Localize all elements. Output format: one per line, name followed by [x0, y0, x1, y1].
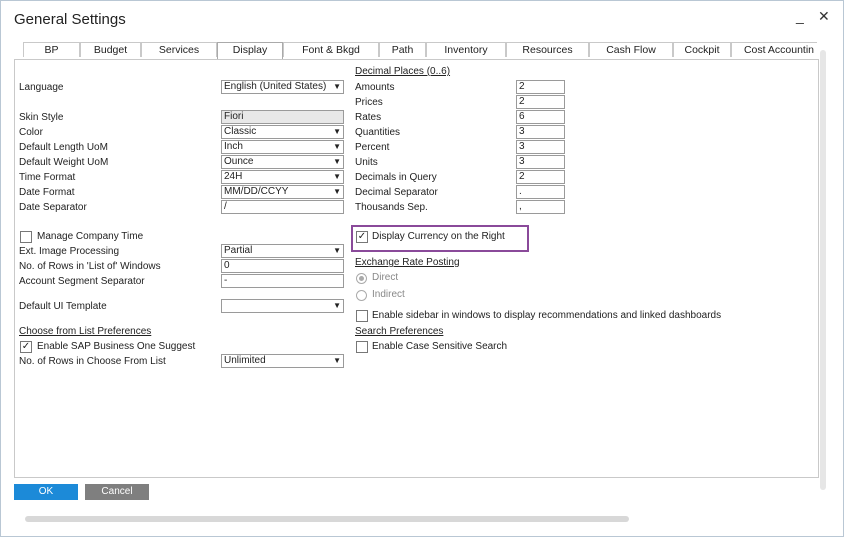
skin-style-field: Fiori — [221, 110, 344, 124]
window-title: General Settings — [14, 11, 126, 28]
chevron-down-icon: ▼ — [333, 127, 341, 136]
language-label: Language — [19, 82, 64, 93]
rows-list-field[interactable]: 0 — [221, 259, 344, 273]
thousands-separator-label: Thousands Sep. — [355, 202, 428, 213]
chevron-down-icon: ▼ — [333, 246, 341, 255]
skin-style-label: Skin Style — [19, 112, 64, 123]
currency-right-label: Display Currency on the Right — [372, 231, 505, 242]
tab-cost-accounting[interactable]: Cost Accountin — [731, 42, 817, 57]
time-format-label: Time Format — [19, 172, 76, 183]
decimals-query-label: Decimals in Query — [355, 172, 437, 183]
sap-suggest-checkbox[interactable]: ✓ — [20, 341, 32, 353]
segment-separator-field[interactable]: - — [221, 274, 344, 288]
case-sensitive-checkbox[interactable] — [356, 341, 368, 353]
tab-cash-flow[interactable]: Cash Flow — [589, 42, 673, 57]
exchange-rate-heading: Exchange Rate Posting — [355, 257, 460, 268]
chevron-down-icon: ▼ — [333, 82, 341, 91]
sap-suggest-label: Enable SAP Business One Suggest — [37, 341, 196, 352]
cancel-button[interactable]: Cancel — [85, 484, 149, 500]
sidebar-checkbox[interactable] — [356, 310, 368, 322]
tab-resources[interactable]: Resources — [506, 42, 589, 57]
color-select[interactable]: Classic ▼ — [221, 125, 344, 139]
weight-uom-select[interactable]: Ounce ▼ — [221, 155, 344, 169]
color-label: Color — [19, 127, 43, 138]
ui-template-select[interactable]: ▼ — [221, 299, 344, 313]
date-format-select[interactable]: MM/DD/CCYY ▼ — [221, 185, 344, 199]
length-uom-label: Default Length UoM — [19, 142, 108, 153]
length-uom-select[interactable]: Inch ▼ — [221, 140, 344, 154]
ext-image-label: Ext. Image Processing — [19, 246, 120, 257]
quantities-label: Quantities — [355, 127, 401, 138]
language-select[interactable]: English (United States) ▼ — [221, 80, 344, 94]
tab-font-bkgd[interactable]: Font & Bkgd — [283, 42, 379, 57]
decimal-separator-field[interactable]: . — [516, 185, 565, 199]
rows-list-label: No. of Rows in 'List of' Windows — [19, 261, 161, 272]
tab-cockpit[interactable]: Cockpit — [673, 42, 731, 57]
close-icon[interactable]: ✕ — [818, 8, 830, 25]
indirect-radio[interactable] — [356, 290, 367, 301]
cfl-rows-label: No. of Rows in Choose From List — [19, 356, 166, 367]
thousands-separator-field[interactable]: , — [516, 200, 565, 214]
tab-inventory[interactable]: Inventory — [426, 42, 506, 57]
vertical-scrollbar[interactable] — [820, 50, 826, 490]
chevron-down-icon: ▼ — [333, 187, 341, 196]
direct-label: Direct — [372, 272, 399, 283]
tab-bar: BP Budget Services Display Font & Bkgd P… — [23, 42, 817, 60]
units-field[interactable]: 3 — [516, 155, 565, 169]
time-format-select[interactable]: 24H ▼ — [221, 170, 344, 184]
date-separator-label: Date Separator — [19, 202, 87, 213]
minimize-icon[interactable]: _ — [796, 8, 804, 24]
cfl-rows-select[interactable]: Unlimited ▼ — [221, 354, 344, 368]
decimals-query-field[interactable]: 2 — [516, 170, 565, 184]
chevron-down-icon: ▼ — [333, 157, 341, 166]
currency-right-checkbox[interactable]: ✓ — [356, 231, 368, 243]
ui-template-label: Default UI Template — [19, 301, 107, 312]
date-format-label: Date Format — [19, 187, 75, 198]
quantities-field[interactable]: 3 — [516, 125, 565, 139]
chevron-down-icon: ▼ — [333, 172, 341, 181]
rates-label: Rates — [355, 112, 382, 123]
direct-radio[interactable] — [356, 273, 367, 284]
tab-path[interactable]: Path — [379, 42, 426, 57]
tab-services[interactable]: Services — [141, 42, 217, 57]
tab-bp[interactable]: BP — [23, 42, 80, 57]
indirect-label: Indirect — [372, 289, 405, 300]
search-preferences-heading: Search Preferences — [355, 326, 444, 337]
chevron-down-icon: ▼ — [333, 301, 341, 310]
tab-display[interactable]: Display — [217, 42, 283, 60]
chevron-down-icon: ▼ — [333, 142, 341, 151]
cfl-heading: Choose from List Preferences — [19, 326, 152, 337]
decimal-places-heading: Decimal Places (0..6) — [355, 66, 451, 77]
checkmark-icon: ✓ — [357, 231, 367, 242]
rates-field[interactable]: 6 — [516, 110, 565, 124]
percent-field[interactable]: 3 — [516, 140, 565, 154]
amounts-label: Amounts — [355, 82, 395, 93]
units-label: Units — [355, 157, 378, 168]
manage-company-time-checkbox[interactable] — [20, 231, 32, 243]
ext-image-select[interactable]: Partial ▼ — [221, 244, 344, 258]
weight-uom-label: Default Weight UoM — [19, 157, 109, 168]
horizontal-scrollbar[interactable] — [25, 516, 629, 522]
ok-button[interactable]: OK — [14, 484, 78, 500]
amounts-field[interactable]: 2 — [516, 80, 565, 94]
prices-field[interactable]: 2 — [516, 95, 565, 109]
manage-company-time-label: Manage Company Time — [37, 231, 144, 242]
tab-budget[interactable]: Budget — [80, 42, 141, 57]
percent-label: Percent — [355, 142, 390, 153]
chevron-down-icon: ▼ — [333, 356, 341, 365]
sidebar-label: Enable sidebar in windows to display rec… — [372, 310, 722, 321]
checkmark-icon: ✓ — [21, 341, 31, 352]
case-sensitive-label: Enable Case Sensitive Search — [372, 341, 508, 352]
prices-label: Prices — [355, 97, 383, 108]
date-separator-field[interactable]: / — [221, 200, 344, 214]
segment-separator-label: Account Segment Separator — [19, 276, 145, 287]
decimal-separator-label: Decimal Separator — [355, 187, 438, 198]
